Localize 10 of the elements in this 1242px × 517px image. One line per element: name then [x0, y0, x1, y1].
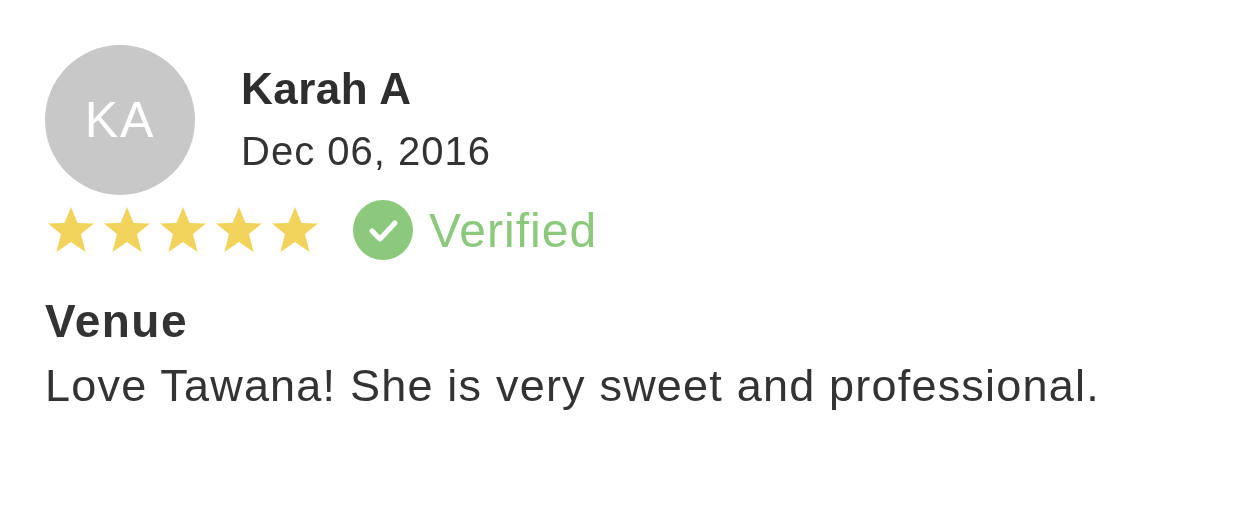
star-icon [101, 206, 153, 254]
verified-label: Verified [429, 202, 598, 258]
review-date: Dec 06, 2016 [241, 128, 491, 175]
star-icon [213, 206, 265, 254]
reviewer-name: Karah A [241, 63, 413, 115]
star-icon [269, 206, 321, 254]
review-category: Venue [45, 295, 189, 347]
star-icon [45, 206, 97, 254]
review-text: Love Tawana! She is very sweet and professional. [45, 361, 1101, 411]
star-icon [157, 206, 209, 254]
